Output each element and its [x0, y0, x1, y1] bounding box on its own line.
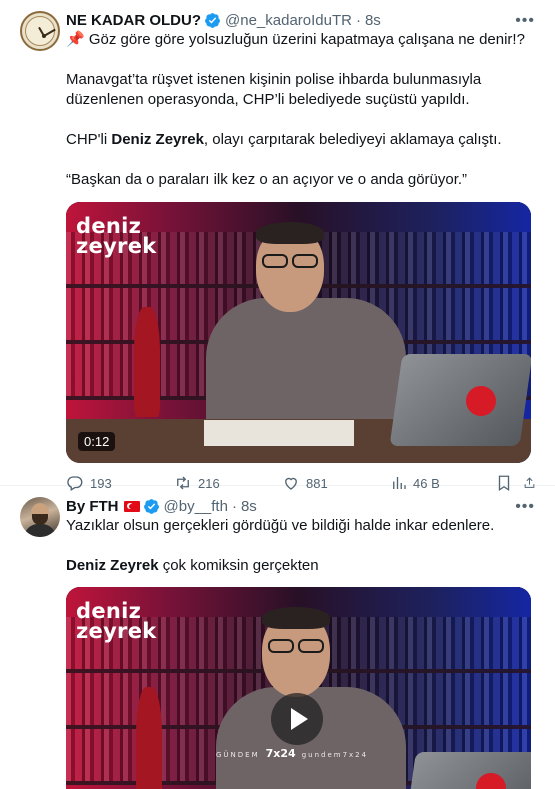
tweet-paragraph: CHP'li Deniz Zeyrek, olayı çarpıtarak be…: [66, 131, 502, 148]
mentioned-name: Deniz Zeyrek: [111, 131, 204, 148]
tweet-text: Yazıklar olsun gerçekleri gördüğü ve bil…: [66, 516, 541, 576]
video-duration: 0:12: [78, 432, 116, 451]
tweet[interactable]: NE KADAR OLDU? @ne_kadaroIduTR · 8s ••• …: [0, 0, 555, 492]
author-avatar[interactable]: [20, 497, 60, 537]
author-handle[interactable]: @ne_kadaroIduTR: [225, 12, 352, 29]
separator-dot: ·: [355, 11, 361, 29]
tweet-paragraph: “Başkan da o paraları ilk kez o an açıyo…: [66, 171, 468, 188]
separator-dot: ·: [231, 497, 237, 515]
tweet[interactable]: By FTH @by__fth · 8s ••• Yazıklar olsun …: [0, 486, 555, 789]
author-avatar[interactable]: [20, 11, 60, 51]
more-horizontal-icon[interactable]: •••: [515, 12, 535, 30]
author-name[interactable]: By FTH: [66, 498, 119, 515]
video-player[interactable]: deniz zeyrek GÜNDEM 7x24 gundem7x24: [66, 587, 531, 789]
tweet-paragraph: 📌 Göz göre göre yolsuzluğun üzerini kapa…: [66, 31, 525, 48]
tweet-header: NE KADAR OLDU? @ne_kadaroIduTR · 8s: [66, 10, 541, 30]
tweet-time[interactable]: 8s: [365, 12, 381, 29]
channel-logo: deniz zeyrek: [76, 214, 157, 258]
video-player[interactable]: deniz zeyrek 0:12: [66, 202, 531, 463]
tweet-paragraph: Yazıklar olsun gerçekleri gördüğü ve bil…: [66, 517, 495, 534]
turkey-flag-icon: [123, 500, 140, 512]
channel-logo: deniz zeyrek: [76, 599, 157, 643]
more-horizontal-icon[interactable]: •••: [515, 498, 535, 516]
tweet-time[interactable]: 8s: [241, 498, 257, 515]
clock-icon: [25, 16, 56, 46]
tweet-header: By FTH @by__fth · 8s: [66, 496, 541, 516]
verified-badge-icon: [143, 498, 159, 514]
tweet-paragraph: Deniz Zeyrek çok komiksin gerçekten: [66, 557, 319, 574]
play-icon[interactable]: [271, 693, 323, 745]
watermark-ticker: GÜNDEM 7x24 gundem7x24: [216, 747, 369, 760]
tweet-paragraph: Manavgat’ta rüşvet istenen kişinin polis…: [66, 71, 482, 108]
verified-badge-icon: [205, 12, 220, 28]
tweet-text: 📌 Göz göre göre yolsuzluğun üzerini kapa…: [66, 30, 541, 190]
author-name[interactable]: NE KADAR OLDU?: [66, 12, 201, 29]
author-handle[interactable]: @by__fth: [164, 498, 228, 515]
mentioned-name: Deniz Zeyrek: [66, 557, 159, 574]
